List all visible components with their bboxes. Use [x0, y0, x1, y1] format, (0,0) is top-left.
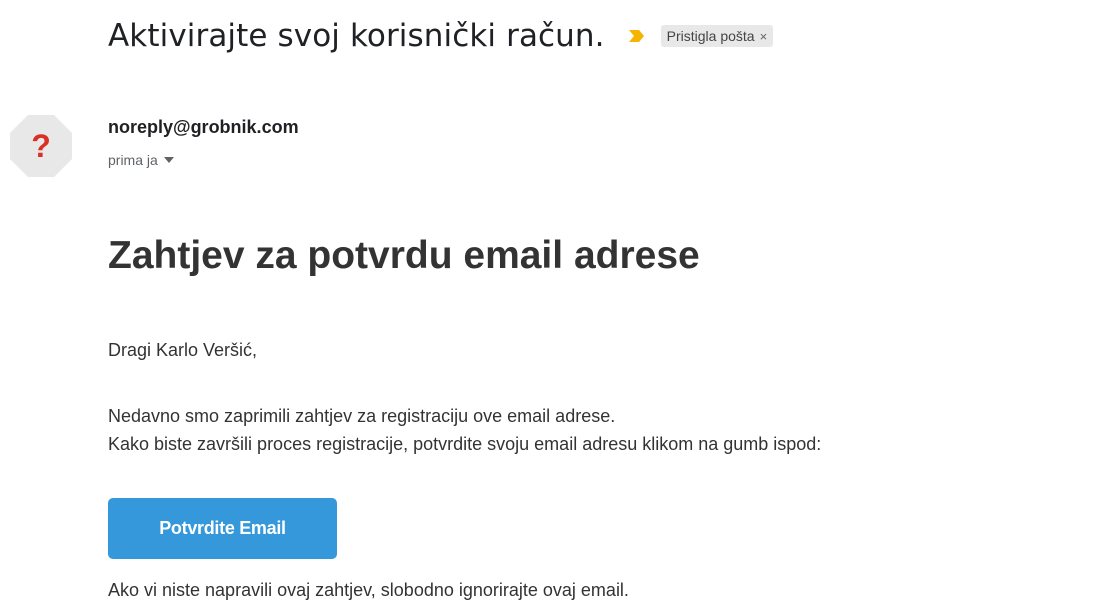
email-greeting: Dragi Karlo Veršić, — [108, 340, 258, 360]
sender-avatar[interactable]: ? — [8, 113, 74, 179]
importance-marker-icon[interactable] — [627, 28, 647, 44]
subject-row: Aktivirajte svoj korisnički račun. Prist… — [108, 8, 774, 64]
label-remove-icon[interactable]: × — [760, 29, 768, 44]
email-paragraph-line-1: Nedavno smo zaprimili zahtjev za registr… — [108, 406, 616, 426]
chevron-down-icon — [163, 157, 174, 163]
email-subject: Aktivirajte svoj korisnički račun. — [108, 18, 605, 54]
confirm-email-button[interactable]: Potvrdite Email — [108, 498, 337, 559]
email-body-heading: Zahtjev za potvrdu email adrese — [108, 234, 700, 277]
email-paragraph-line-2: Kako biste završili proces registracije,… — [108, 434, 822, 454]
label-chip-text[interactable]: Pristigla pošta — [667, 28, 755, 44]
recipient-text: prima ja — [108, 152, 158, 168]
recipient-details-toggle[interactable]: prima ja — [108, 152, 174, 168]
label-chip-inbox: Pristigla pošta × — [660, 25, 774, 47]
unknown-sender-question-icon: ? — [31, 128, 51, 164]
sender-email: noreply@grobnik.com — [108, 117, 299, 137]
email-footer-note: Ako vi niste napravili ovaj zahtjev, slo… — [108, 580, 629, 600]
